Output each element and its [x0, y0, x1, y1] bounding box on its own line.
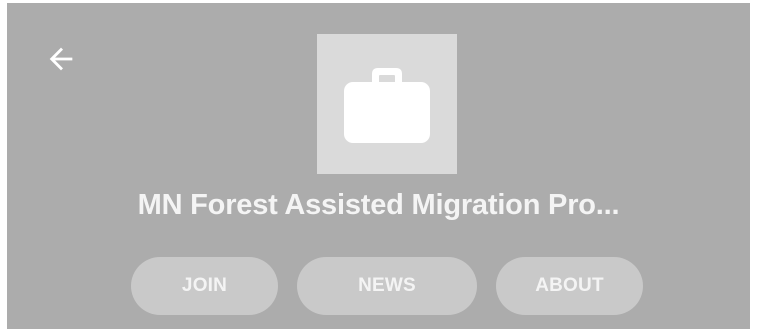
about-button[interactable]: ABOUT [496, 257, 643, 315]
news-button[interactable]: NEWS [297, 257, 477, 315]
join-button[interactable]: JOIN [131, 257, 278, 315]
back-button[interactable] [41, 39, 81, 79]
action-buttons: JOIN NEWS ABOUT [7, 257, 750, 315]
briefcase-icon [344, 68, 430, 143]
project-title: MN Forest Assisted Migration Pro... [137, 189, 620, 221]
arrow-left-icon [49, 47, 73, 71]
project-image [317, 34, 457, 174]
project-header: MN Forest Assisted Migration Pro... JOIN… [7, 3, 750, 329]
